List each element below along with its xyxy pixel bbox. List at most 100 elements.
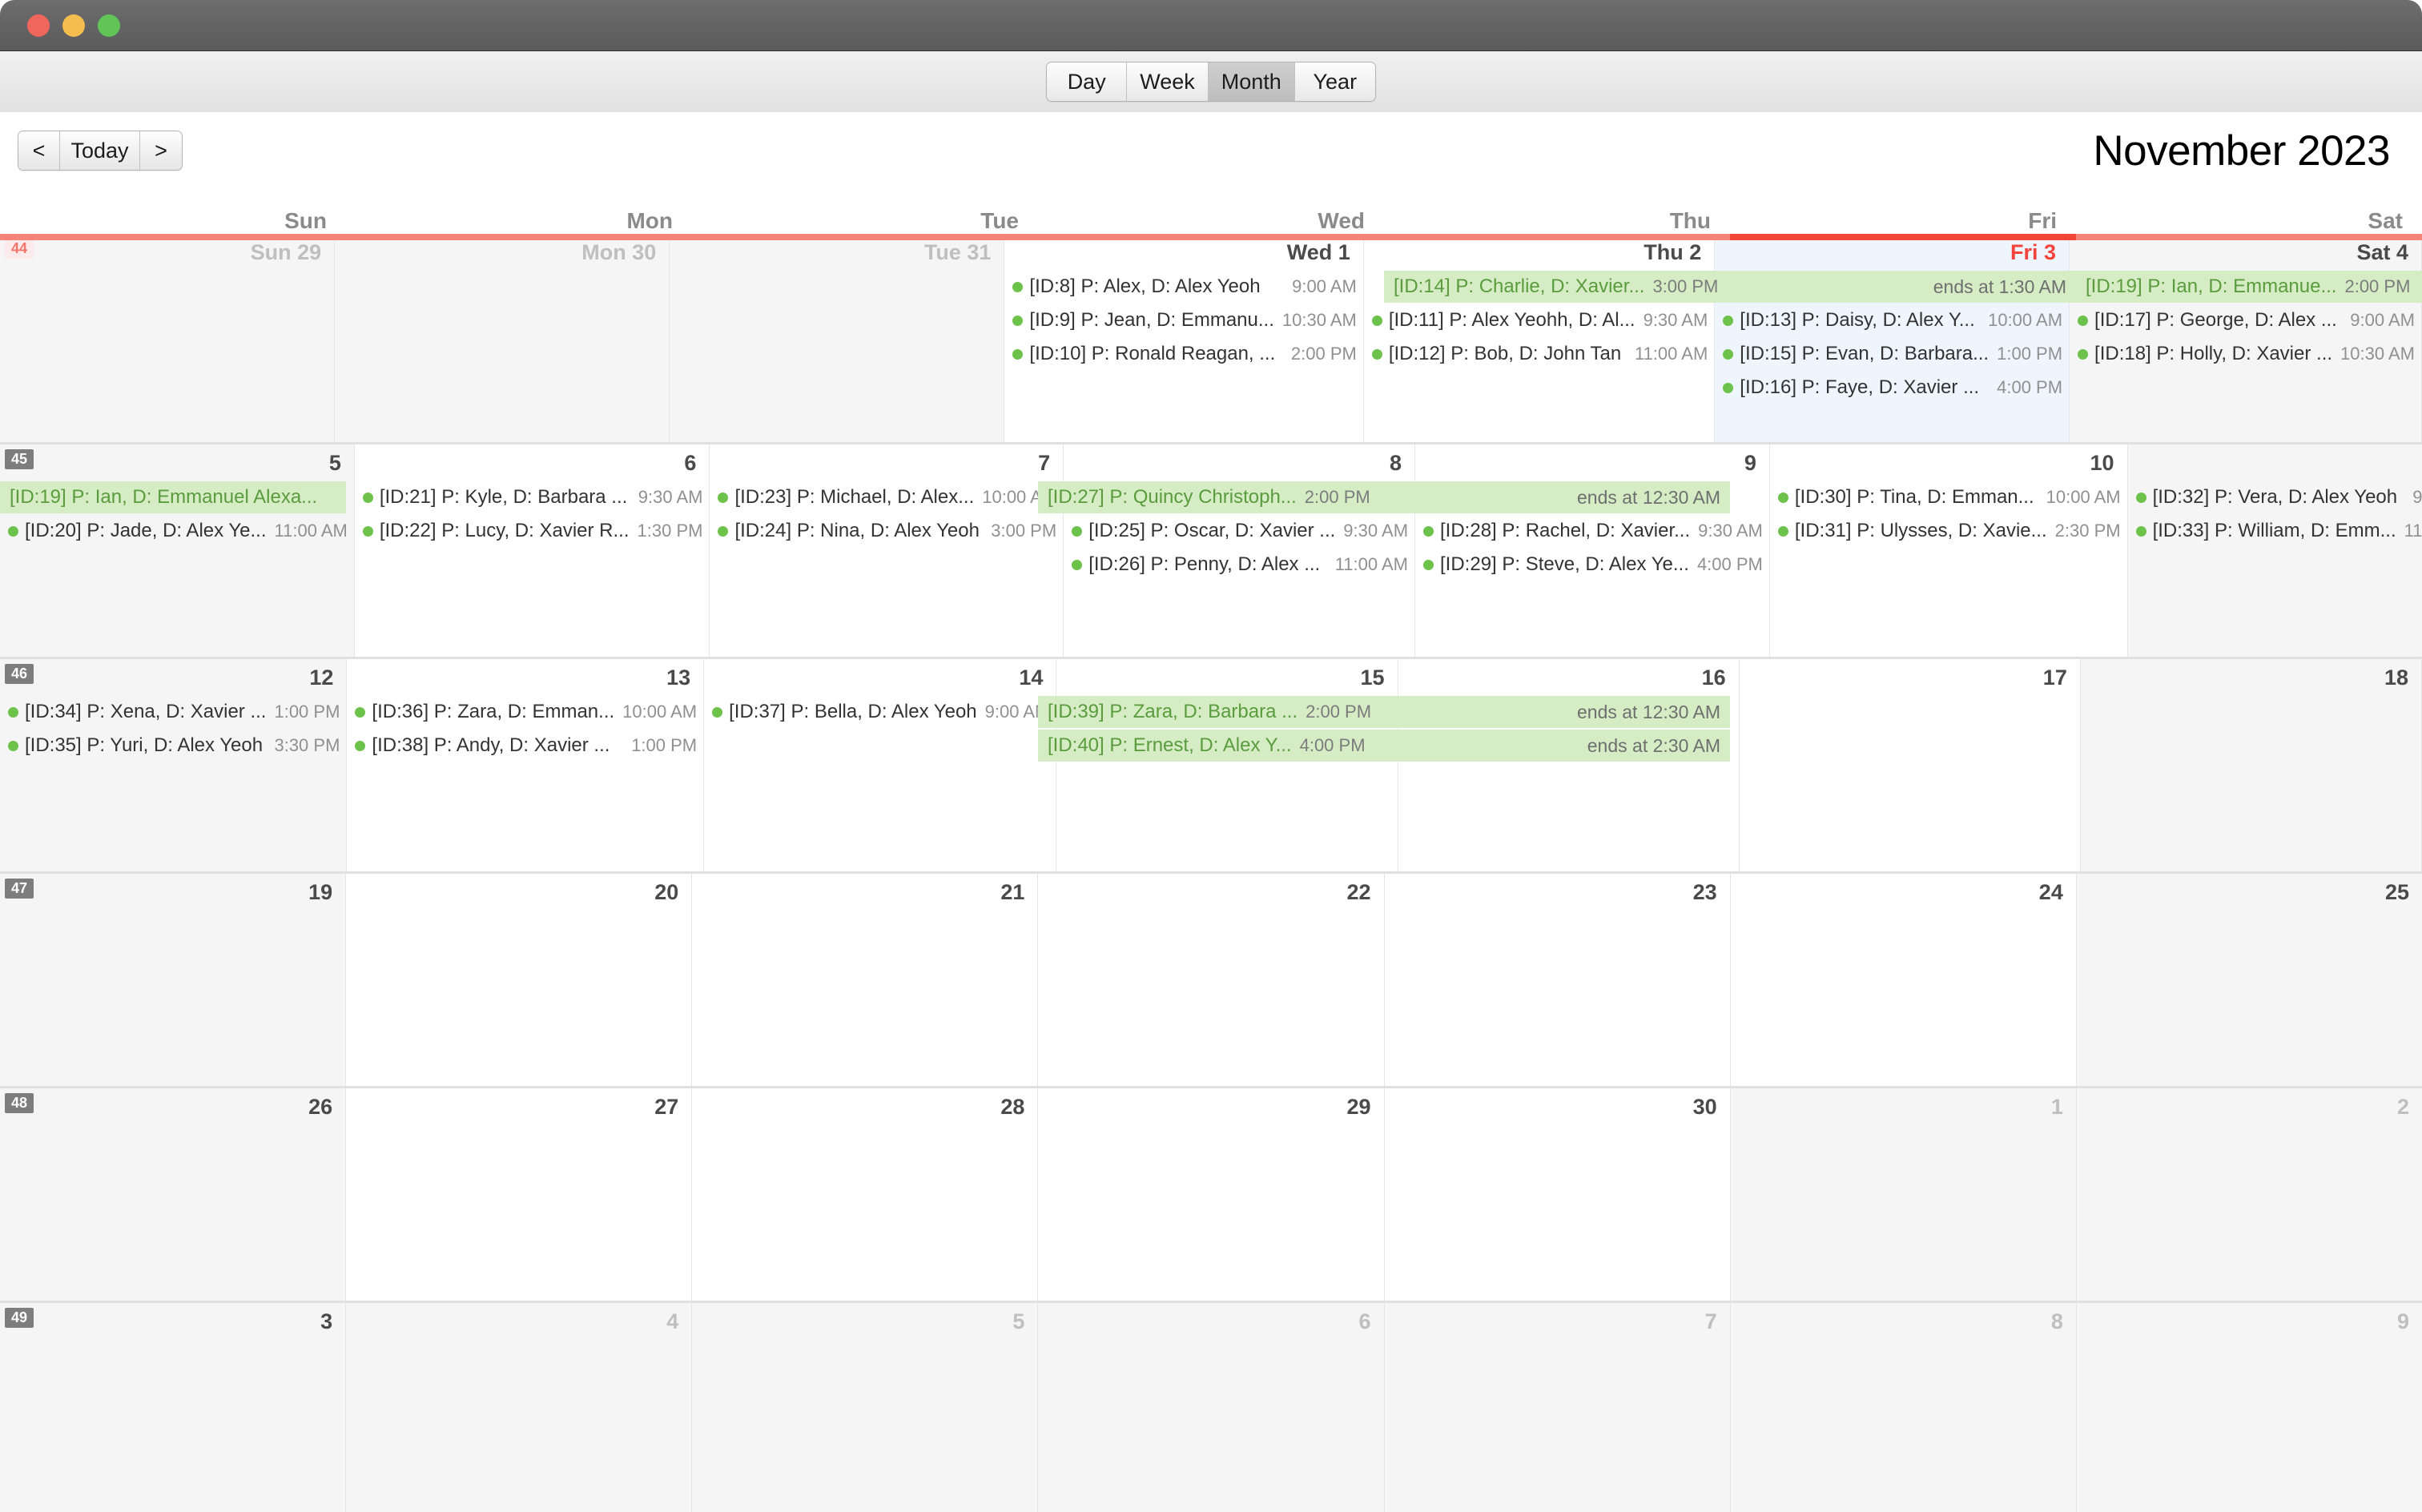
today-button[interactable]: Today: [60, 131, 140, 170]
calendar-event[interactable]: [ID:18] P: Holly, D: Xavier ... 10:30 AM: [2070, 338, 2421, 370]
calendar-day-cell[interactable]: 13 [ID:36] P: Zara, D: Emman... 10:00 AM [I…: [347, 659, 705, 871]
calendar-day-cell[interactable]: 11[ID:32] P: Vera, D: Alex Yeoh9:00 AM[I…: [2127, 444, 2422, 657]
calendar-day-cell[interactable]: Thu 2 [ID:11] P: Alex Yeohh, D: Al... 9:30…: [1364, 234, 1716, 442]
calendar-day-cell[interactable]: 4: [346, 1303, 693, 1512]
calendar-event[interactable]: [ID:33] P: William, D: Emm... 11:30 AM: [2128, 515, 2422, 547]
calendar-day-cell[interactable]: 18: [2080, 659, 2422, 871]
calendar-day-cell[interactable]: 1: [1730, 1088, 2077, 1301]
multi-day-event[interactable]: [ID:27] P: Quincy Christoph... 2:00 PM end…: [1038, 481, 1730, 513]
view-button-week[interactable]: Week: [1127, 62, 1209, 101]
event-dot-icon: [1723, 382, 1734, 393]
day-number: Tue 31: [923, 240, 992, 264]
calendar-day-cell[interactable]: 44 Sun 29: [0, 234, 336, 442]
calendar-event[interactable]: [ID:30] P: Tina, D: Emman... 10:00 AM: [1770, 481, 2127, 513]
close-window-button[interactable]: [27, 14, 50, 37]
next-month-button[interactable]: >: [140, 131, 182, 170]
view-button-day[interactable]: Day: [1047, 62, 1128, 101]
calendar-event[interactable]: [ID:34] P: Xena, D: Xavier ... 1:00 PM: [0, 696, 346, 728]
event-end-time: ends at 12:30 AM: [1576, 486, 1720, 508]
calendar-event[interactable]: [ID:11] P: Alex Yeohh, D: Al... 9:30 AM: [1364, 304, 1714, 336]
multi-day-event[interactable]: [ID:19] P: Ian, D: Emmanue... 2:00 PM: [2076, 271, 2422, 303]
calendar-event[interactable]: [ID:23] P: Michael, D: Alex... 10:00 AM: [710, 481, 1063, 513]
calendar-day-cell[interactable]: Fri 3 [ID:13] P: Daisy, D: Alex Y... 10:00…: [1715, 234, 2070, 442]
view-button-month[interactable]: Month: [1208, 62, 1295, 101]
calendar-event[interactable]: [ID:9] P: Jean, D: Emmanu... 10:30 AM: [1004, 304, 1362, 336]
event-dot-icon: [1777, 492, 1788, 503]
calendar-day-cell[interactable]: 25: [2076, 874, 2422, 1086]
calendar-day-cell[interactable]: 10 [ID:30] P: Tina, D: Emman... 10:00 AM [I…: [1770, 444, 2128, 657]
calendar-day-cell[interactable]: Sat 4 [ID:17] P: George, D: Alex ... 9:00 …: [2070, 234, 2422, 442]
calendar-day-cell[interactable]: 9: [2076, 1303, 2422, 1512]
calendar-day-cell[interactable]: 24: [1731, 874, 2077, 1086]
calendar-event[interactable]: [ID:32] P: Vera, D: Alex Yeoh 9:00 AM: [2128, 481, 2422, 513]
calendar-day-cell[interactable]: 48 26: [0, 1088, 347, 1301]
event-title: [ID:11] P: Alex Yeohh, D: Al...: [1388, 309, 1635, 331]
calendar-day-cell[interactable]: 16: [1398, 659, 1740, 871]
view-button-year[interactable]: Year: [1294, 62, 1375, 101]
calendar-day-cell[interactable]: 7: [1384, 1303, 1731, 1512]
calendar-event[interactable]: [ID:20] P: Jade, D: Alex Ye... 11:00 AM: [0, 515, 354, 547]
calendar-day-cell[interactable]: 8: [1730, 1303, 2077, 1512]
current-week-indicator-bar: [0, 234, 2422, 240]
calendar-week-row: 46 12 [ID:34] P: Xena, D: Xavier ... 1:00 P…: [0, 657, 2422, 871]
calendar-day-cell[interactable]: Wed 1 [ID:8] P: Alex, D: Alex Yeoh 9:00 AM…: [1004, 234, 1364, 442]
calendar-event[interactable]: [ID:16] P: Faye, D: Xavier ... 4:00 PM: [1715, 372, 2069, 404]
calendar-day-cell[interactable]: 9 [ID:28] P: Rachel, D: Xavier... 9:30 AM[…: [1415, 444, 1770, 657]
calendar-day-cell[interactable]: 7 [ID:23] P: Michael, D: Alex... 10:00 AM[…: [710, 444, 1064, 657]
calendar-day-cell[interactable]: 5: [692, 1303, 1039, 1512]
calendar-event[interactable]: [ID:29] P: Steve, D: Alex Ye... 4:00 PM: [1415, 549, 1769, 581]
event-title: [ID:27] P: Quincy Christoph...: [1048, 486, 1297, 508]
calendar-event[interactable]: [ID:31] P: Ulysses, D: Xavie... 2:30 PM: [1770, 515, 2127, 547]
calendar-event[interactable]: [ID:13] P: Daisy, D: Alex Y... 10:00 AM: [1715, 304, 2069, 336]
previous-month-button[interactable]: <: [18, 131, 60, 170]
calendar-day-cell[interactable]: 17: [1740, 659, 2081, 871]
event-title: [ID:35] P: Yuri, D: Alex Yeoh: [25, 734, 264, 756]
calendar-day-cell[interactable]: 15: [1056, 659, 1398, 871]
calendar-week-row: 44 Sun 29 Mon 30 Tue 31 Wed 1 [ID:8] P: Alex,…: [0, 234, 2422, 442]
calendar-day-cell[interactable]: 28: [692, 1088, 1039, 1301]
minimize-window-button[interactable]: [62, 14, 85, 37]
multi-day-event[interactable]: [ID:19] P: Ian, D: Emmanuel Alexa...: [0, 481, 346, 513]
calendar-day-cell[interactable]: Tue 31: [670, 234, 1005, 442]
calendar-event[interactable]: [ID:15] P: Evan, D: Barbara... 1:00 PM: [1715, 338, 2069, 370]
calendar-event[interactable]: [ID:28] P: Rachel, D: Xavier... 9:30 AM: [1415, 515, 1769, 547]
calendar-event[interactable]: [ID:17] P: George, D: Alex ... 9:00 AM: [2070, 304, 2421, 336]
maximize-window-button[interactable]: [98, 14, 120, 37]
calendar-day-cell[interactable]: 29: [1038, 1088, 1385, 1301]
calendar-day-cell[interactable]: 14 [ID:37] P: Bella, D: Alex Yeoh 9:00 AM: [704, 659, 1057, 871]
calendar-day-cell[interactable]: 23: [1385, 874, 1731, 1086]
calendar-event[interactable]: [ID:37] P: Bella, D: Alex Yeoh 9:00 AM: [704, 696, 1056, 728]
calendar-day-cell[interactable]: 6: [1038, 1303, 1385, 1512]
calendar-event[interactable]: [ID:25] P: Oscar, D: Xavier ... 9:30 AM: [1064, 515, 1414, 547]
view-mode-segmented-control[interactable]: Day Week Month Year: [1046, 62, 1376, 102]
calendar-day-cell[interactable]: 22: [1038, 874, 1385, 1086]
calendar-event[interactable]: [ID:8] P: Alex, D: Alex Yeoh 9:00 AM: [1004, 271, 1362, 303]
multi-day-event[interactable]: [ID:14] P: Charlie, D: Xavier... 3:00 PM e…: [1384, 271, 2076, 303]
calendar-event[interactable]: [ID:12] P: Bob, D: John Tan 11:00 AM: [1364, 338, 1714, 370]
calendar-day-cell[interactable]: Mon 30: [335, 234, 670, 442]
calendar-event[interactable]: [ID:22] P: Lucy, D: Xavier R... 1:30 PM: [355, 515, 710, 547]
event-time: 3:30 PM: [274, 735, 340, 755]
calendar-day-cell[interactable]: 20: [346, 874, 693, 1086]
calendar-day-cell[interactable]: 2: [2076, 1088, 2422, 1301]
calendar-event[interactable]: [ID:36] P: Zara, D: Emman... 10:00 AM: [347, 696, 703, 728]
calendar-event[interactable]: [ID:21] P: Kyle, D: Barbara ... 9:30 AM: [355, 481, 710, 513]
event-dot-icon: [8, 706, 18, 718]
calendar-event[interactable]: [ID:38] P: Andy, D: Xavier ... 1:00 PM: [347, 730, 703, 762]
calendar-day-cell[interactable]: 49 3: [0, 1303, 347, 1512]
multi-day-event[interactable]: [ID:39] P: Zara, D: Barbara ... 2:00 PM en…: [1038, 696, 1730, 728]
calendar-day-cell[interactable]: 46 12 [ID:34] P: Xena, D: Xavier ... 1:00 P…: [0, 659, 348, 871]
calendar-day-cell[interactable]: 8 [ID:25] P: Oscar, D: Xavier ... 9:30 AM[…: [1064, 444, 1416, 657]
calendar-day-cell[interactable]: 27: [346, 1088, 693, 1301]
multi-day-event[interactable]: [ID:40] P: Ernest, D: Alex Y... 4:00 PM en…: [1038, 730, 1730, 762]
calendar-event[interactable]: [ID:35] P: Yuri, D: Alex Yeoh 3:30 PM: [0, 730, 346, 762]
calendar-day-cell[interactable]: 30: [1385, 1088, 1731, 1301]
calendar-day-cell[interactable]: 47 19: [0, 874, 347, 1086]
calendar-day-cell[interactable]: 45 5 [ID:20] P: Jade, D: Alex Ye... 11:00 A…: [0, 444, 355, 657]
calendar-event[interactable]: [ID:26] P: Penny, D: Alex ... 11:00 AM: [1064, 549, 1414, 581]
calendar-event[interactable]: [ID:10] P: Ronald Reagan, ... 2:00 PM: [1004, 338, 1362, 370]
calendar-day-cell[interactable]: 21: [692, 874, 1039, 1086]
calendar-event[interactable]: [ID:24] P: Nina, D: Alex Yeoh 3:00 PM: [710, 515, 1063, 547]
date-navigation-group[interactable]: < Today >: [18, 131, 183, 171]
calendar-day-cell[interactable]: 6 [ID:21] P: Kyle, D: Barbara ... 9:30 AM[…: [355, 444, 710, 657]
